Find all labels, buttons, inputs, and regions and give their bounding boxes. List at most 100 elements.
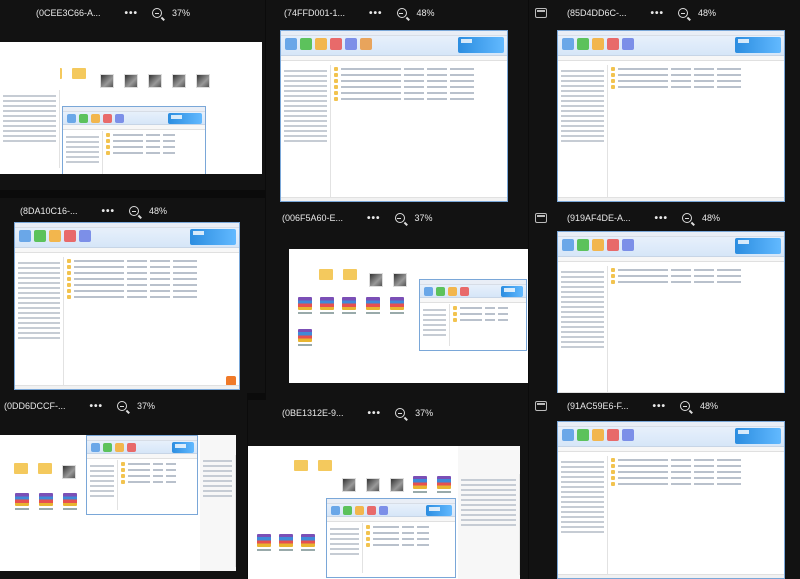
zoom-in-icon[interactable] — [117, 401, 128, 411]
zoom-in-icon[interactable] — [395, 408, 406, 418]
archive-file-icon[interactable] — [436, 476, 452, 496]
more-options-icon[interactable]: ••• — [367, 213, 381, 224]
archive-file-icon[interactable] — [365, 297, 381, 317]
tile-4[interactable]: (8DA10C16-... ••• 48% — [0, 198, 265, 393]
archive-file-icon[interactable] — [341, 297, 357, 317]
more-options-icon[interactable]: ••• — [102, 206, 116, 217]
file-explorer-window[interactable] — [458, 446, 520, 579]
file-explorer-window[interactable] — [200, 435, 236, 571]
folder-icon — [38, 463, 52, 474]
archive-file-icon[interactable] — [319, 297, 335, 317]
bandizip-window[interactable] — [557, 231, 785, 397]
video-thumbnail-icon — [100, 74, 114, 88]
window-icon — [535, 213, 547, 223]
tile-id: (006F5A60-E... — [282, 213, 344, 223]
zoom-level: 37% — [414, 213, 433, 223]
screenshot-preview[interactable] — [0, 435, 236, 571]
tile-7[interactable]: (0DD6DCCF-... ••• 37% — [0, 393, 247, 579]
tile-header: (919AF4DE-A... ••• 48% — [529, 205, 800, 231]
tile-id: (0DD6DCCF-... — [4, 401, 66, 411]
zoom-in-icon[interactable] — [396, 8, 407, 18]
archive-file-icon[interactable] — [412, 476, 428, 496]
bandizip-window[interactable] — [326, 498, 456, 578]
file-explorer-window[interactable] — [0, 42, 60, 172]
video-thumbnail-icon — [366, 478, 380, 492]
tile-5[interactable]: (006F5A60-E... ••• 37% — [266, 205, 528, 400]
more-options-icon[interactable]: ••• — [653, 401, 667, 412]
zoom-level: 48% — [702, 213, 721, 223]
zoom-level: 48% — [700, 401, 719, 411]
bandizip-window[interactable] — [419, 279, 527, 351]
more-options-icon[interactable]: ••• — [369, 8, 383, 19]
zoom-level: 48% — [149, 206, 168, 216]
screenshot-preview[interactable] — [248, 446, 520, 579]
zoom-level: 37% — [415, 408, 434, 418]
archive-file-icon[interactable] — [389, 297, 405, 317]
zoom-in-icon[interactable] — [394, 213, 405, 223]
tile-header: (006F5A60-E... ••• 37% — [266, 205, 528, 231]
archive-file-icon[interactable] — [256, 534, 272, 554]
zoom-in-icon[interactable] — [678, 8, 689, 18]
bandizip-window[interactable] — [557, 421, 785, 579]
more-options-icon[interactable]: ••• — [368, 408, 382, 419]
tile-header: (0CEE3C66-A... ••• 37% — [0, 0, 265, 26]
zoom-in-icon[interactable] — [152, 8, 163, 18]
tile-id: (91AC59E6-F... — [567, 401, 629, 411]
bandizip-window[interactable] — [86, 435, 198, 515]
tile-6[interactable]: (919AF4DE-A... ••• 48% — [529, 205, 800, 400]
zoom-in-icon[interactable] — [682, 213, 693, 223]
video-thumbnail-icon — [342, 478, 356, 492]
tile-header: (74FFD001-1... ••• 48% — [266, 0, 528, 26]
more-options-icon[interactable]: ••• — [651, 8, 665, 19]
video-thumbnail-icon — [172, 74, 186, 88]
tile-8[interactable]: (0BE1312E-9... ••• 37% — [248, 400, 528, 579]
tile-id: (8DA10C16-... — [20, 206, 78, 216]
video-thumbnail-icon — [369, 273, 383, 287]
tile-9[interactable]: (91AC59E6-F... ••• 48% — [529, 393, 800, 579]
tile-header: (0DD6DCCF-... ••• 37% — [0, 393, 247, 419]
bandizip-window[interactable] — [62, 106, 206, 174]
archive-file-icon[interactable] — [14, 493, 30, 513]
bandizip-window[interactable] — [280, 30, 508, 202]
folder-icon — [319, 269, 333, 280]
screenshot-preview[interactable] — [0, 42, 262, 174]
video-thumbnail-icon — [62, 465, 76, 479]
archive-file-icon[interactable] — [297, 329, 313, 349]
more-options-icon[interactable]: ••• — [90, 401, 104, 412]
video-thumbnail-icon — [124, 74, 138, 88]
tile-id: (919AF4DE-A... — [567, 213, 631, 223]
video-thumbnail-icon — [390, 478, 404, 492]
tile-3[interactable]: (85D4DD6C-... ••• 48% — [529, 0, 800, 205]
tile-header: (8DA10C16-... ••• 48% — [0, 198, 265, 224]
tile-id: (85D4DD6C-... — [567, 8, 627, 18]
more-options-icon[interactable]: ••• — [125, 8, 139, 19]
tile-header: (91AC59E6-F... ••• 48% — [529, 393, 800, 419]
archive-file-icon[interactable] — [278, 534, 294, 554]
zoom-level: 37% — [137, 401, 156, 411]
zoom-level: 48% — [416, 8, 435, 18]
tile-id: (0CEE3C66-A... — [36, 8, 101, 18]
archive-file-icon[interactable] — [62, 493, 78, 513]
zoom-level: 48% — [698, 8, 717, 18]
archive-file-icon[interactable] — [300, 534, 316, 554]
video-thumbnail-icon — [196, 74, 210, 88]
tile-id: (74FFD001-1... — [284, 8, 346, 18]
archive-file-icon[interactable] — [38, 493, 54, 513]
window-icon — [535, 401, 547, 411]
window-icon — [535, 8, 547, 18]
more-options-icon[interactable]: ••• — [655, 213, 669, 224]
tile-header: (85D4DD6C-... ••• 48% — [529, 0, 800, 26]
bandizip-window[interactable] — [557, 30, 785, 202]
bandizip-window[interactable] — [14, 222, 240, 390]
tile-2[interactable]: (74FFD001-1... ••• 48% — [266, 0, 528, 205]
folder-icon — [72, 68, 86, 79]
zoom-in-icon[interactable] — [129, 206, 140, 216]
tile-id: (0BE1312E-9... — [282, 408, 344, 418]
screenshot-preview[interactable] — [289, 249, 528, 383]
video-thumbnail-icon — [148, 74, 162, 88]
zoom-level: 37% — [172, 8, 191, 18]
tile-header: (0BE1312E-9... ••• 37% — [248, 400, 528, 426]
zoom-in-icon[interactable] — [680, 401, 691, 411]
archive-file-icon[interactable] — [297, 297, 313, 317]
tile-1[interactable]: (0CEE3C66-A... ••• 37% — [0, 0, 265, 190]
